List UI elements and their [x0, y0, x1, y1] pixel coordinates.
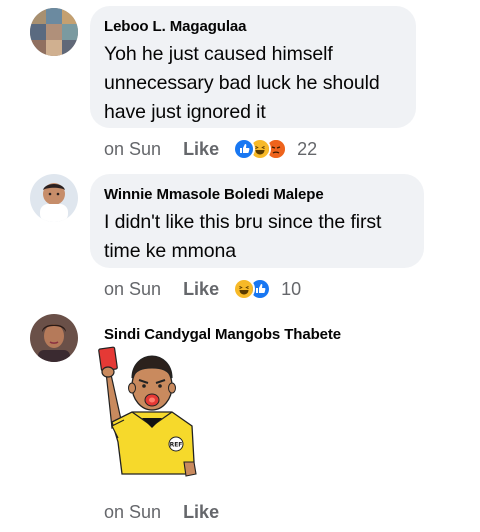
like-button[interactable]: Like — [183, 502, 219, 523]
like-button[interactable]: Like — [183, 279, 219, 300]
reaction-summary[interactable] — [233, 278, 272, 300]
comment-timestamp[interactable]: on Sun — [104, 139, 161, 160]
comment-bubble[interactable]: Winnie Mmasole Boledi Malepe I didn't li… — [90, 174, 424, 268]
reaction-count[interactable]: 10 — [281, 279, 301, 300]
comment-author[interactable]: Leboo L. Magagulaa — [104, 18, 402, 36]
comment-text: I didn't like this bru since the first t… — [104, 208, 410, 266]
reaction-count[interactable]: 22 — [297, 139, 317, 160]
haha-icon — [233, 278, 256, 300]
comment-text-line: Yoh he just caused himself — [104, 43, 333, 65]
comment-text-line: time ke mmona — [104, 240, 236, 262]
like-button[interactable]: Like — [183, 139, 219, 160]
comment-text-line: unnecessary bad luck he should — [104, 72, 380, 94]
like-icon — [233, 138, 256, 160]
referee-sticker-icon: REF — [98, 346, 197, 477]
avatar[interactable] — [30, 314, 78, 362]
comment-author[interactable]: Winnie Mmasole Boledi Malepe — [104, 186, 410, 204]
comment-bubble[interactable]: Leboo L. Magagulaa Yoh he just caused hi… — [90, 6, 416, 128]
comment-text-line: I didn't like this bru since the first — [104, 211, 382, 233]
comment-meta: on Sun Like — [104, 499, 233, 525]
comment-timestamp[interactable]: on Sun — [104, 279, 161, 300]
avatar-collage-icon — [30, 8, 78, 56]
reaction-summary[interactable] — [233, 138, 288, 160]
comment-text: Yoh he just caused himself unnecessary b… — [104, 40, 402, 127]
comment-meta: on Sun Like 22 — [104, 136, 317, 162]
referee-red-card-sticker[interactable]: REF — [92, 342, 212, 482]
avatar[interactable] — [30, 8, 78, 56]
sticker-badge-label: REF — [170, 442, 183, 449]
avatar[interactable] — [30, 174, 78, 222]
comment-timestamp[interactable]: on Sun — [104, 502, 161, 523]
avatar-woman-photo-icon — [30, 314, 78, 362]
comment-text-line: have just ignored it — [104, 101, 266, 123]
avatar-child-photo-icon — [30, 174, 78, 222]
comment-meta: on Sun Like 10 — [104, 276, 301, 302]
